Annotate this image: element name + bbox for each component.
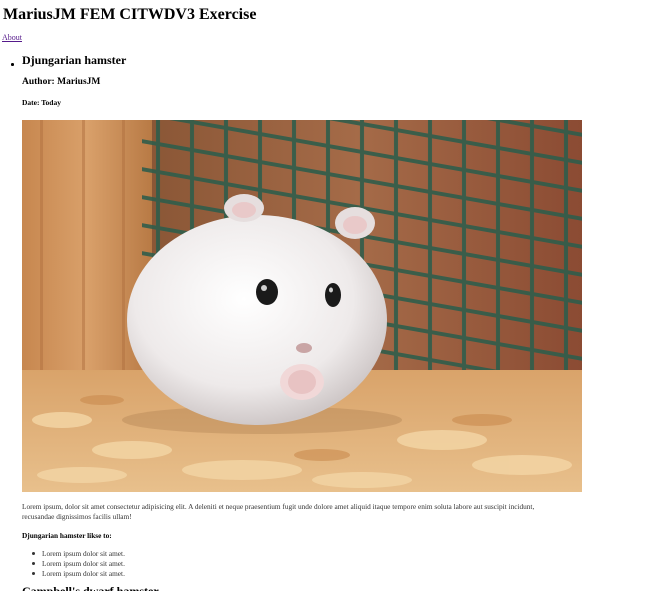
post-body: Lorem ipsum, dolor sit amet consectetur …	[22, 502, 535, 521]
post-title: Djungarian hamster	[22, 53, 127, 67]
page: MariusJM FEM CITWDV3 Exercise About Djun…	[0, 0, 648, 591]
site-title: MariusJM FEM CITWDV3 Exercise	[3, 6, 257, 23]
like-item-text: Lorem ipsum dolor sit amet.	[42, 569, 125, 578]
about-link[interactable]: About	[2, 33, 22, 42]
likes-heading: Djungarian hamster likse to:	[22, 531, 112, 540]
next-post-title: Campbell's dwarf hamster	[22, 584, 159, 591]
hamster-photo	[22, 120, 582, 492]
post-date: Date: Today	[22, 98, 61, 107]
list-bullet	[32, 572, 35, 575]
list-bullet	[32, 552, 35, 555]
like-item-text: Lorem ipsum dolor sit amet.	[42, 549, 125, 558]
like-item-text: Lorem ipsum dolor sit amet.	[42, 559, 125, 568]
post-author: Author: MariusJM	[22, 77, 101, 87]
list-bullet	[32, 562, 35, 565]
list-bullet	[11, 63, 14, 66]
